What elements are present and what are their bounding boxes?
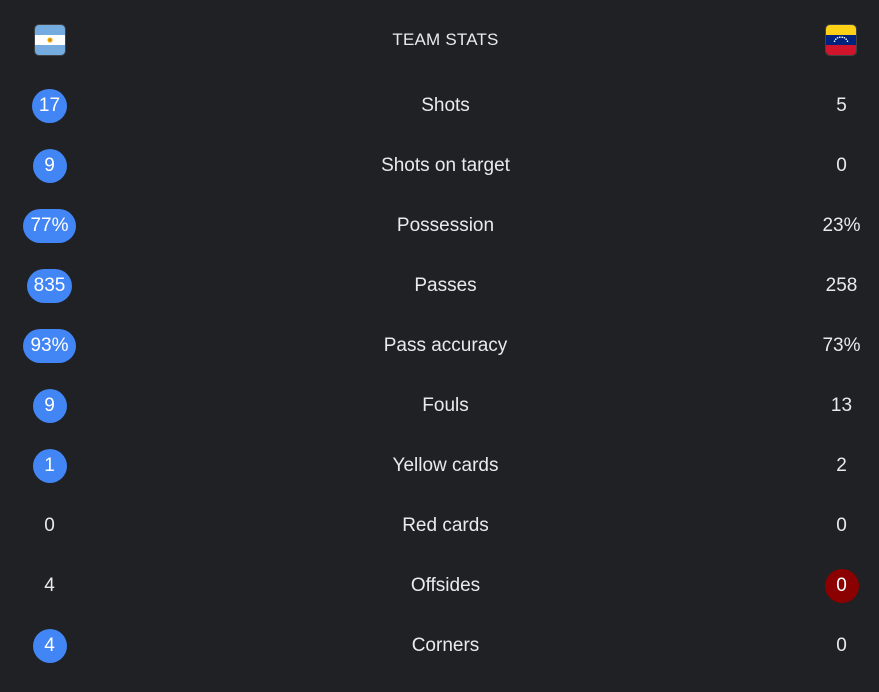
home-value: 835 <box>26 269 73 303</box>
home-value: 0 <box>44 515 55 536</box>
stat-label: Fouls <box>422 395 469 416</box>
stat-label: Red cards <box>402 515 489 536</box>
away-cell: 0 <box>792 136 879 196</box>
home-cell: 4 <box>0 616 99 676</box>
stat-label: Corners <box>411 635 480 656</box>
home-cell: 77% <box>0 196 99 256</box>
home-value: 1 <box>32 449 67 483</box>
home-cell: 9 <box>0 376 99 436</box>
away-cell: 5 <box>792 76 879 136</box>
stat-label: Offsides <box>410 575 481 596</box>
home-value: 9 <box>32 149 67 183</box>
home-value: 4 <box>44 575 55 596</box>
stat-row: Offsides 4 0 <box>0 556 879 616</box>
venezuela-flag-icon <box>826 25 856 55</box>
away-cell: 2 <box>792 436 879 496</box>
stat-label: Possession <box>396 215 495 236</box>
home-cell: 835 <box>0 256 99 316</box>
away-cell: 13 <box>792 376 879 436</box>
home-cell: 0 <box>0 496 99 556</box>
home-cell: 4 <box>0 556 99 616</box>
home-value: 77% <box>23 209 76 243</box>
stat-row: Shots 17 5 <box>0 76 879 136</box>
home-cell: 17 <box>0 76 99 136</box>
away-value: 0 <box>824 569 859 603</box>
stats-header: TEAM STATS <box>0 0 879 80</box>
home-value: 9 <box>32 389 67 423</box>
stat-row: Red cards 0 0 <box>0 496 879 556</box>
stat-row: Fouls 9 13 <box>0 376 879 436</box>
stat-label: Passes <box>414 275 477 296</box>
away-cell: 0 <box>792 496 879 556</box>
away-cell: 73% <box>792 316 879 376</box>
away-value: 5 <box>836 95 847 116</box>
stat-row: Yellow cards 1 2 <box>0 436 879 496</box>
home-cell: 9 <box>0 136 99 196</box>
away-value: 73% <box>822 335 861 356</box>
home-value: 4 <box>32 629 67 663</box>
stat-label: Shots <box>421 95 470 116</box>
home-cell: 1 <box>0 436 99 496</box>
away-cell: 258 <box>792 256 879 316</box>
home-value: 17 <box>31 89 68 123</box>
stat-row: Possession 77% 23% <box>0 196 879 256</box>
away-value: 13 <box>830 395 853 416</box>
away-cell: 23% <box>792 196 879 256</box>
stat-row: Corners 4 0 <box>0 616 879 676</box>
away-value: 2 <box>836 455 847 476</box>
home-cell: 93% <box>0 316 99 376</box>
away-value: 0 <box>836 515 847 536</box>
stat-row: Pass accuracy 93% 73% <box>0 316 879 376</box>
away-cell: 0 <box>792 556 879 616</box>
stat-row: Passes 835 258 <box>0 256 879 316</box>
home-value: 93% <box>23 329 76 363</box>
away-cell: 0 <box>792 616 879 676</box>
stat-label: Pass accuracy <box>383 335 508 356</box>
page-title: TEAM STATS <box>392 30 499 49</box>
away-value: 0 <box>836 155 847 176</box>
stat-label: Yellow cards <box>392 455 499 476</box>
stat-row: Shots on target 9 0 <box>0 136 879 196</box>
away-value: 258 <box>825 275 858 296</box>
away-value: 0 <box>836 635 847 656</box>
stat-label: Shots on target <box>381 155 510 176</box>
away-value: 23% <box>822 215 861 236</box>
